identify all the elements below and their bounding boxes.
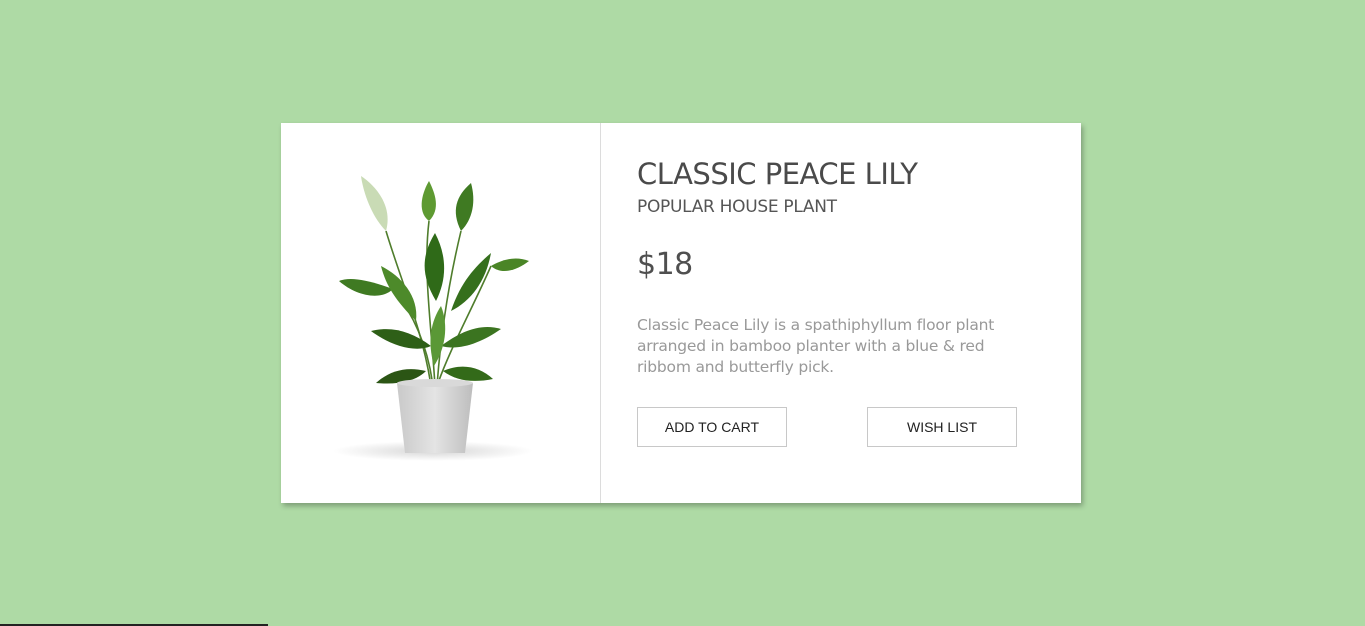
plant-photo xyxy=(333,176,533,461)
product-description: Classic Peace Lily is a spathiphyllum fl… xyxy=(637,316,995,376)
add-to-cart-button[interactable]: ADD TO CART xyxy=(637,407,787,447)
product-card: CLASSIC PEACE LILY POPULAR HOUSE PLANT $… xyxy=(281,123,1081,503)
product-price: $18 xyxy=(637,247,693,282)
product-subtitle: POPULAR HOUSE PLANT xyxy=(637,197,837,217)
product-info-pane: CLASSIC PEACE LILY POPULAR HOUSE PLANT $… xyxy=(601,123,1081,503)
wish-list-button[interactable]: WISH LIST xyxy=(867,407,1017,447)
product-title: CLASSIC PEACE LILY xyxy=(637,157,918,191)
product-image-pane xyxy=(281,123,601,503)
